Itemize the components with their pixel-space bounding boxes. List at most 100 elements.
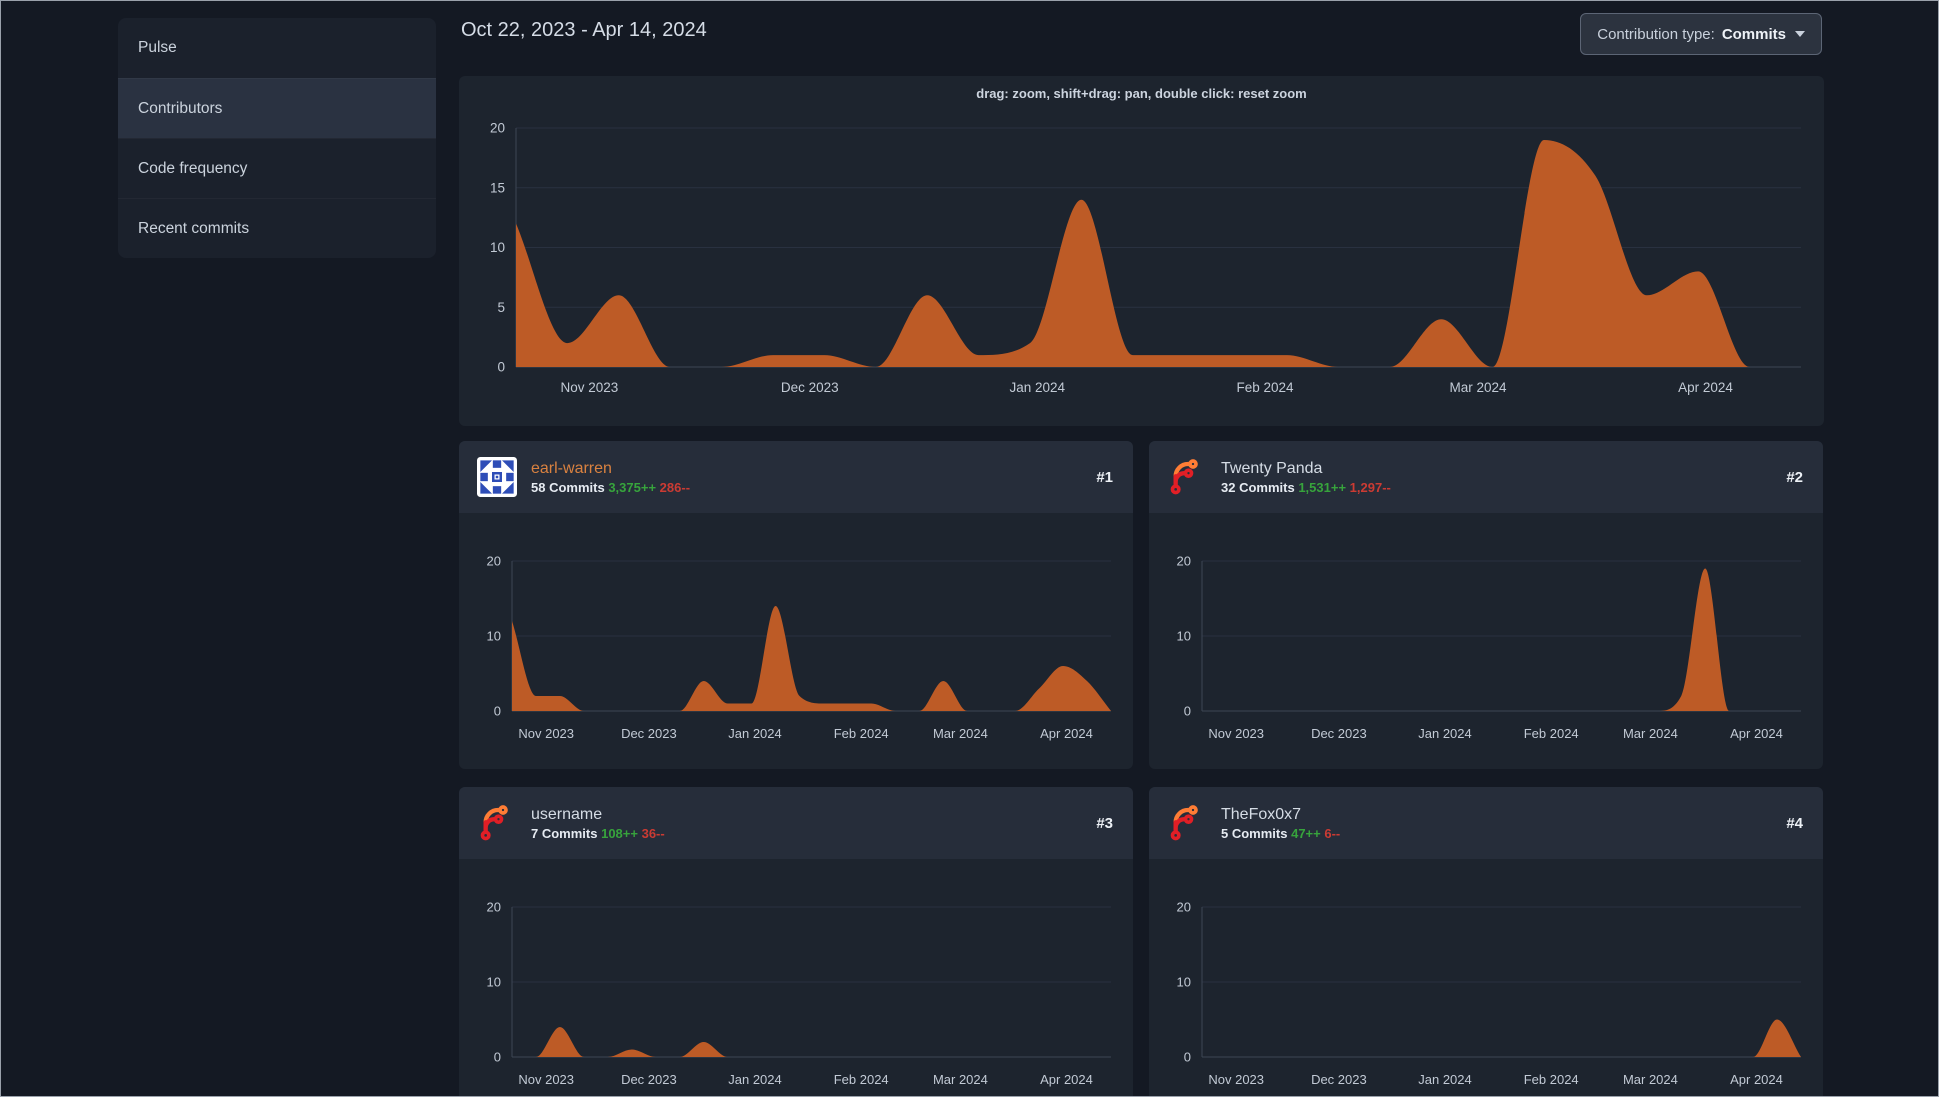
svg-text:Feb 2024: Feb 2024	[1524, 726, 1579, 741]
commit-count: 32 Commits	[1221, 479, 1295, 495]
dropdown-selected-value: Commits	[1721, 25, 1786, 43]
svg-text:Nov 2023: Nov 2023	[518, 726, 574, 741]
svg-text:Jan 2024: Jan 2024	[1010, 380, 1066, 395]
svg-text:15: 15	[490, 180, 505, 195]
contributor-card-4: TheFox0x7 5 Commits 47++ 6-- #4 0 10 20 Nov…	[1149, 787, 1823, 1096]
svg-text:Apr 2024: Apr 2024	[1040, 1072, 1093, 1087]
deletions-count: 36--	[641, 825, 665, 841]
forgejo-logo-avatar	[480, 805, 508, 841]
svg-text:Mar 2024: Mar 2024	[1623, 726, 1678, 741]
contributor-activity-chart[interactable]: 0 10 20 Nov 2023 Dec 2023 Jan 2024 Feb 2024 Mar…	[459, 860, 1133, 1096]
avatar	[477, 457, 517, 497]
contributor-card-header: Twenty Panda 32 Commits 1,531++ 1,297-- …	[1149, 441, 1823, 513]
svg-text:Mar 2024: Mar 2024	[1623, 1072, 1678, 1087]
forgejo-logo-avatar	[1170, 805, 1198, 841]
svg-text:10: 10	[490, 240, 505, 255]
contributor-name: TheFox0x7	[1221, 805, 1302, 823]
svg-text:10: 10	[1177, 629, 1191, 644]
svg-text:Feb 2024: Feb 2024	[1236, 380, 1294, 395]
svg-text:Dec 2023: Dec 2023	[781, 380, 839, 395]
rank-badge: #1	[1096, 468, 1113, 486]
deletions-count: 286--	[659, 479, 691, 495]
rank-badge: #2	[1786, 468, 1803, 486]
svg-text:Nov 2023: Nov 2023	[518, 1072, 574, 1087]
deletions-count: 1,297--	[1349, 479, 1391, 495]
svg-text:Jan 2024: Jan 2024	[728, 726, 782, 741]
rank-badge: #3	[1096, 814, 1113, 832]
svg-text:Jan 2024: Jan 2024	[728, 1072, 782, 1087]
svg-text:Dec 2023: Dec 2023	[1311, 726, 1367, 741]
total-activity-chart[interactable]: 0 5 10 15 20 Nov 2023 Dec 2023 Jan 2024 Feb 2024…	[459, 76, 1824, 426]
contributor-activity-chart[interactable]: 0 10 20 Nov 2023 Dec 2023 Jan 2024 Feb 2024 Mar…	[459, 514, 1133, 769]
contributor-stats: 58 Commits 3,375++ 286--	[531, 479, 1096, 496]
chevron-down-icon	[1795, 31, 1805, 37]
svg-text:10: 10	[1177, 975, 1191, 990]
svg-text:Apr 2024: Apr 2024	[1730, 726, 1783, 741]
commit-count: 58 Commits	[531, 479, 605, 495]
svg-text:0: 0	[494, 704, 501, 719]
svg-text:Dec 2023: Dec 2023	[621, 1072, 677, 1087]
dropdown-prefix-label: Contribution type:	[1597, 25, 1715, 43]
svg-text:20: 20	[1177, 900, 1191, 915]
svg-text:Jan 2024: Jan 2024	[1418, 726, 1472, 741]
contributor-stats: 5 Commits 47++ 6--	[1221, 825, 1786, 842]
deletions-count: 6--	[1324, 825, 1341, 841]
svg-text:Mar 2024: Mar 2024	[933, 1072, 988, 1087]
contributor-stats: 32 Commits 1,531++ 1,297--	[1221, 479, 1786, 496]
contributor-card-2: Twenty Panda 32 Commits 1,531++ 1,297-- …	[1149, 441, 1823, 769]
svg-text:20: 20	[1177, 554, 1191, 569]
contributor-name: username	[531, 805, 603, 823]
sidebar-item-code-frequency[interactable]: Code frequency	[118, 138, 436, 198]
svg-text:0: 0	[497, 360, 505, 375]
additions-count: 47++	[1291, 825, 1321, 841]
contributor-stats: 7 Commits 108++ 36--	[531, 825, 1096, 842]
sidebar-item-pulse[interactable]: Pulse	[118, 18, 436, 78]
svg-text:10: 10	[487, 629, 501, 644]
contributor-card-header: earl-warren 58 Commits 3,375++ 286-- #1	[459, 441, 1133, 513]
svg-text:5: 5	[497, 300, 505, 315]
contributor-card-header: username 7 Commits 108++ 36-- #3	[459, 787, 1133, 859]
svg-text:20: 20	[487, 900, 501, 915]
svg-text:Mar 2024: Mar 2024	[933, 726, 988, 741]
contribution-type-dropdown[interactable]: Contribution type: Commits	[1580, 13, 1822, 55]
svg-text:Dec 2023: Dec 2023	[1311, 1072, 1367, 1087]
svg-text:Dec 2023: Dec 2023	[621, 726, 677, 741]
contributor-card-3: username 7 Commits 108++ 36-- #3 0 10 20 No…	[459, 787, 1133, 1096]
date-range-title: Oct 22, 2023 - Apr 14, 2024	[461, 19, 707, 41]
svg-text:Apr 2024: Apr 2024	[1040, 726, 1093, 741]
repo-activity-contributors-page: Pulse Contributors Code frequency Recent…	[0, 0, 1939, 1097]
svg-text:Jan 2024: Jan 2024	[1418, 1072, 1472, 1087]
svg-text:10: 10	[487, 975, 501, 990]
contributor-name-link[interactable]: earl-warren	[531, 459, 1096, 479]
contributor-activity-chart[interactable]: 0 10 20 Nov 2023 Dec 2023 Jan 2024 Feb 2024 Mar…	[1149, 860, 1823, 1096]
rank-badge: #4	[1786, 814, 1803, 832]
svg-text:Mar 2024: Mar 2024	[1449, 380, 1507, 395]
commit-count: 7 Commits	[531, 825, 598, 841]
additions-count: 108++	[601, 825, 638, 841]
additions-count: 3,375++	[608, 479, 657, 495]
svg-text:20: 20	[487, 554, 501, 569]
contributor-card-header: TheFox0x7 5 Commits 47++ 6-- #4	[1149, 787, 1823, 859]
svg-text:0: 0	[1184, 1050, 1191, 1065]
commit-count: 5 Commits	[1221, 825, 1288, 841]
contributor-card-1: earl-warren 58 Commits 3,375++ 286-- #1 …	[459, 441, 1133, 769]
contributor-activity-chart[interactable]: 0 10 20 Nov 2023 Dec 2023 Jan 2024 Feb 2024 Mar…	[1149, 514, 1823, 769]
svg-text:0: 0	[494, 1050, 501, 1065]
forgejo-logo-avatar	[1170, 459, 1198, 495]
svg-text:0: 0	[1184, 704, 1191, 719]
svg-text:Feb 2024: Feb 2024	[1524, 1072, 1579, 1087]
svg-text:Apr 2024: Apr 2024	[1678, 380, 1733, 395]
svg-text:Feb 2024: Feb 2024	[834, 726, 889, 741]
svg-text:Feb 2024: Feb 2024	[834, 1072, 889, 1087]
svg-text:Apr 2024: Apr 2024	[1730, 1072, 1783, 1087]
svg-text:Nov 2023: Nov 2023	[1208, 726, 1264, 741]
additions-count: 1,531++	[1298, 479, 1347, 495]
sidebar-item-recent-commits[interactable]: Recent commits	[118, 198, 436, 258]
svg-text:20: 20	[490, 121, 505, 136]
contributor-name: Twenty Panda	[1221, 459, 1323, 477]
total-activity-panel: drag: zoom, shift+drag: pan, double clic…	[459, 76, 1824, 426]
svg-text:Nov 2023: Nov 2023	[1208, 1072, 1264, 1087]
activity-sidebar: Pulse Contributors Code frequency Recent…	[118, 18, 436, 258]
svg-text:Nov 2023: Nov 2023	[561, 380, 619, 395]
sidebar-item-contributors[interactable]: Contributors	[118, 78, 436, 138]
